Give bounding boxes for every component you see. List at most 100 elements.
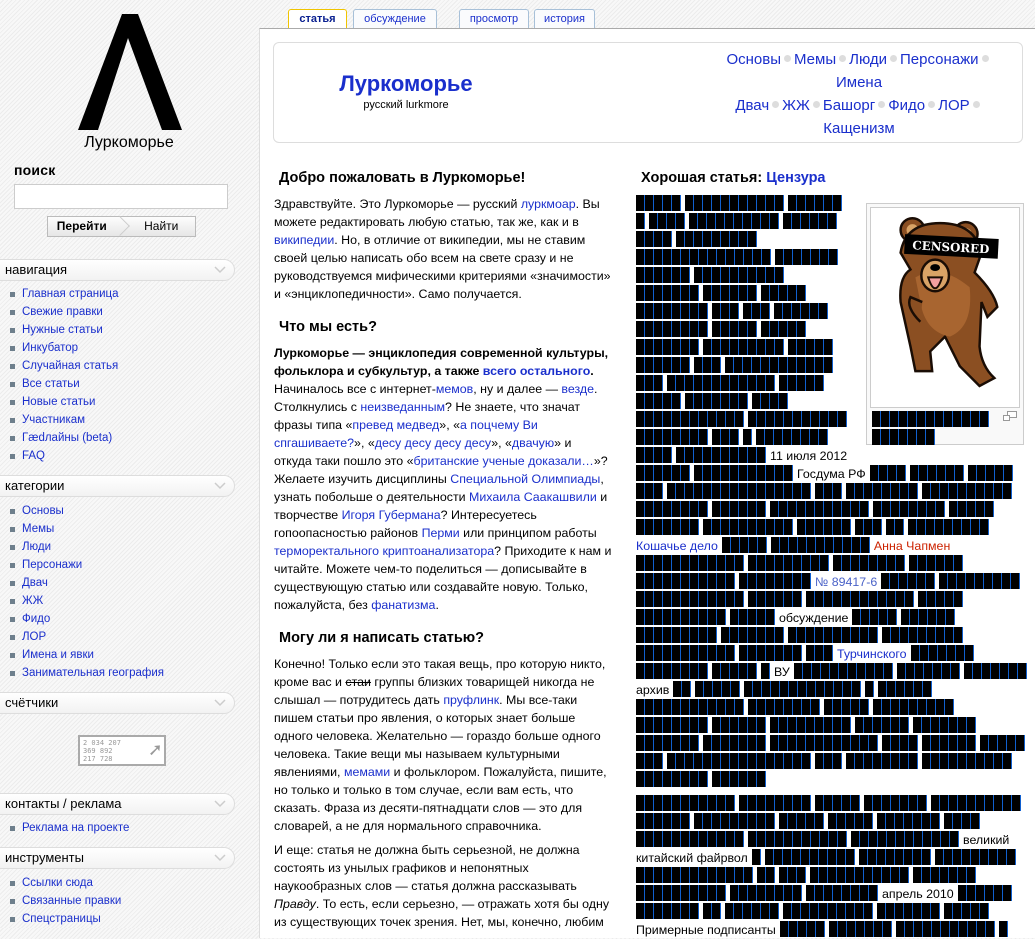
article-link[interactable]: пруфлинк	[443, 693, 499, 707]
portal-nav-link[interactable]: Мемы	[794, 51, 836, 68]
sidebar-link-label[interactable]: Главная страница	[22, 288, 119, 300]
article-link[interactable]: Михаила Саакашвили	[469, 490, 597, 504]
portal-nav-link[interactable]: ЛОР	[938, 97, 970, 114]
portal-tools-header[interactable]: инструменты	[0, 847, 235, 869]
sidebar-link-label[interactable]: Инкубатор	[22, 342, 78, 354]
sidebar-link-label[interactable]: Двач	[22, 577, 48, 589]
chevron-down-icon[interactable]	[214, 797, 226, 809]
sidebar-link-label[interactable]: Гædлайны (beta)	[22, 432, 112, 444]
portal-nav-link[interactable]: Двач	[735, 97, 769, 114]
sidebar-link[interactable]: Люди	[0, 538, 164, 556]
tab-view[interactable]: просмотр	[459, 9, 529, 29]
sidebar-link[interactable]: ЖЖ	[0, 592, 164, 610]
sidebar-link[interactable]: Мемы	[0, 520, 164, 538]
sidebar-link-label[interactable]: Свежие правки	[22, 306, 103, 318]
article-link[interactable]: фанатизма	[371, 598, 435, 612]
tab-discussion[interactable]: обсуждение	[353, 9, 437, 29]
sidebar-link[interactable]: Реклама на проекте	[0, 819, 129, 837]
liveinternet-counter[interactable]: 2 034 207 369 892 217 728 ➚	[78, 735, 166, 766]
sidebar-link[interactable]: Имена и явки	[0, 646, 164, 664]
good-article-link[interactable]: Цензура	[766, 170, 825, 186]
sidebar-link-label[interactable]: Спецстраницы	[22, 913, 101, 925]
sidebar-link-label[interactable]: Имена и явки	[22, 649, 94, 661]
article-link[interactable]: мемами	[344, 765, 390, 779]
sidebar-link-label[interactable]: FAQ	[22, 450, 45, 462]
sidebar-link[interactable]: Инкубатор	[0, 339, 119, 357]
chevron-down-icon[interactable]	[214, 696, 226, 708]
sidebar-link[interactable]: Новые статьи	[0, 393, 119, 411]
enlarge-icon[interactable]	[1003, 411, 1017, 421]
sidebar-link-label[interactable]: Фидо	[22, 613, 50, 625]
article-link[interactable]: терморектального криптоанализатора	[274, 544, 494, 558]
sidebar-link-label[interactable]: Связанные правки	[22, 895, 121, 907]
find-button[interactable]: Найти	[128, 217, 196, 236]
censored-bear-image[interactable]: CENSORED	[870, 207, 1020, 408]
article-link[interactable]: Перми	[422, 526, 460, 540]
sidebar-link-label[interactable]: Ссылки сюда	[22, 877, 93, 889]
article-link[interactable]: превед медвед	[352, 418, 439, 432]
article-link[interactable]: википедии	[274, 233, 334, 247]
sidebar-link-label[interactable]: Реклама на проекте	[22, 822, 129, 834]
sidebar-link-label[interactable]: Нужные статьи	[22, 324, 103, 336]
chevron-down-icon[interactable]	[214, 479, 226, 491]
sidebar-link[interactable]: Главная страница	[0, 285, 119, 303]
article-link[interactable]: Анна Чапмен	[874, 539, 950, 553]
portal-nav-link[interactable]: Башорг	[823, 97, 875, 114]
go-button[interactable]: Перейти	[48, 217, 116, 236]
sidebar-link-label[interactable]: Персонажи	[22, 559, 82, 571]
portal-navigation-header[interactable]: навигация	[0, 259, 235, 281]
article-link[interactable]: десу десу десу десу	[375, 436, 492, 450]
tab-history[interactable]: история	[534, 9, 595, 29]
sidebar-link[interactable]: Участникам	[0, 411, 119, 429]
site-logo-lambda[interactable]	[78, 14, 182, 130]
sidebar-link-label[interactable]: Все статьи	[22, 378, 80, 390]
article-link[interactable]: неизведанным	[360, 400, 445, 414]
portal-nav-link[interactable]: Персонажи	[900, 51, 979, 68]
sidebar-link[interactable]: Персонажи	[0, 556, 164, 574]
portal-nav-link[interactable]: ЖЖ	[782, 97, 810, 114]
sidebar-link[interactable]: Нужные статьи	[0, 321, 119, 339]
article-link[interactable]: луркмоар	[521, 197, 576, 211]
sidebar-link[interactable]: Гædлайны (beta)	[0, 429, 119, 447]
sidebar-link[interactable]: ЛОР	[0, 628, 164, 646]
sidebar-link[interactable]: Все статьи	[0, 375, 119, 393]
article-link[interactable]: Специальной Олимпиады	[450, 472, 600, 486]
sidebar-link[interactable]: Ссылки сюда	[0, 874, 121, 892]
article-link[interactable]: № 89417-6	[815, 575, 877, 589]
sidebar-link[interactable]: Занимательная география	[0, 664, 164, 682]
sidebar-link-label[interactable]: Мемы	[22, 523, 54, 535]
article-link[interactable]: британские ученые доказали…	[413, 454, 593, 468]
sidebar-link[interactable]: FAQ	[0, 447, 119, 465]
portal-contacts-header[interactable]: контакты / реклама	[0, 793, 235, 815]
sidebar-link[interactable]: Фидо	[0, 610, 164, 628]
sidebar-link-label[interactable]: Новые статьи	[22, 396, 95, 408]
portal-counters-header[interactable]: счётчики	[0, 692, 235, 714]
chevron-down-icon[interactable]	[214, 263, 226, 275]
sidebar-link[interactable]: Свежие правки	[0, 303, 119, 321]
sidebar-link-label[interactable]: ЖЖ	[22, 595, 43, 607]
article-link[interactable]: двачую	[512, 436, 554, 450]
article-link[interactable]: всего остального	[483, 364, 590, 378]
sidebar-link[interactable]: Случайная статья	[0, 357, 119, 375]
sidebar-link-label[interactable]: Занимательная география	[22, 667, 164, 679]
sidebar-link[interactable]: Двач	[0, 574, 164, 592]
portal-nav-link[interactable]: Кащенизм	[823, 120, 894, 137]
article-link[interactable]: везде	[561, 382, 594, 396]
sidebar-link-label[interactable]: Случайная статья	[22, 360, 118, 372]
portal-categories-header[interactable]: категории	[0, 475, 235, 497]
sidebar-link[interactable]: Связанные правки	[0, 892, 121, 910]
sidebar-link-label[interactable]: ЛОР	[22, 631, 46, 643]
portal-nav-link[interactable]: Имена	[836, 74, 882, 91]
sidebar-link-label[interactable]: Люди	[22, 541, 51, 553]
chevron-down-icon[interactable]	[214, 851, 226, 863]
tab-article[interactable]: статья	[288, 9, 347, 29]
sidebar-link[interactable]: Спецстраницы	[0, 910, 121, 928]
sidebar-link-label[interactable]: Основы	[22, 505, 64, 517]
article-link[interactable]: Турчинского	[837, 647, 907, 661]
portal-nav-link[interactable]: Основы	[726, 51, 781, 68]
search-input[interactable]	[14, 184, 228, 209]
article-link[interactable]: мемов	[436, 382, 473, 396]
portal-nav-link[interactable]: Фидо	[888, 97, 925, 114]
sidebar-link[interactable]: Основы	[0, 502, 164, 520]
article-link[interactable]: Кошачье дело	[636, 539, 718, 553]
